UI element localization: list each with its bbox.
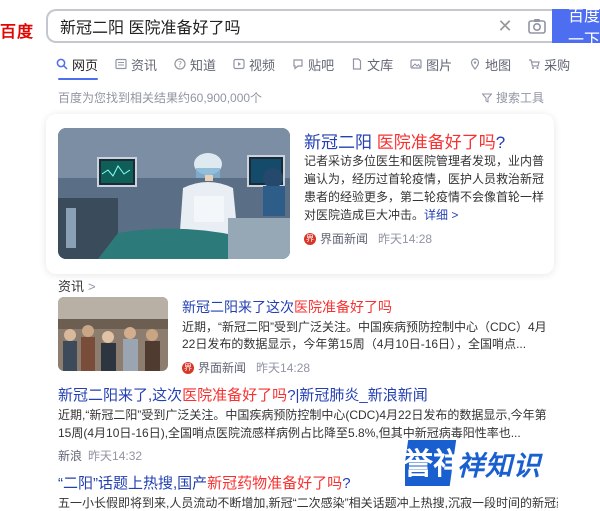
clear-icon[interactable]: ✕ [490,16,520,37]
news-section-heading[interactable]: 资讯 > [58,276,96,295]
top-result-title[interactable]: 新冠二阳 医院准备好了吗? [304,128,505,153]
source-time: 昨天14:28 [256,361,311,375]
chevron-right-icon: > [88,279,96,294]
tab-label: 资讯 [131,57,158,73]
tab-zhidao[interactable]: ? 知道 [174,54,216,74]
result-title[interactable]: “二阳”话题上热搜,国产新冠药物准备好了吗? [58,472,351,493]
title-highlight: 医院准备好了吗 [294,299,392,315]
watermark: 誉祥 祥知识 [405,431,600,495]
tab-wenku[interactable]: 文库 [351,54,393,74]
tab-label: 文库 [367,57,394,73]
tab-image[interactable]: 图片 [410,54,452,74]
top-result-card: 新冠二阳 医院准备好了吗? 记者采访多位医生和医院管理者发现，业内普遍认为，经历… [46,114,554,274]
title-highlight: 医院准备好了吗 [182,387,288,404]
result-stats: 百度为您找到相关结果约60,900,000个 [58,91,263,105]
watermark-text: 祥知识 [457,450,541,481]
filter-icon [482,93,492,103]
tab-label: 图片 [426,57,453,73]
news-title[interactable]: 新冠二阳来了这次医院准备好了吗 [182,297,392,317]
tab-map[interactable]: 地图 [469,54,511,74]
image-icon [410,58,422,70]
baidu-logo[interactable]: 百度 [0,18,34,42]
source-time: 昨天14:32 [88,449,143,463]
result-summary: 五一小长假即将到来,人员流动不断增加,新冠“二次感染”相关话题冲上热搜,沉寂一段… [58,496,558,510]
doc-icon [351,58,363,70]
search-box[interactable]: 新冠二阳 医院准备好了吗 ✕ [46,9,554,43]
tab-tieba[interactable]: 贴吧 [292,54,334,74]
news-summary: 近期，“新冠二阳”受到广泛关注。中国疾病预防控制中心（CDC）4月22日发布的数… [182,320,547,351]
search-tools-button[interactable]: 搜索工具 [482,89,544,106]
source-logo-icon: 界 [182,361,194,374]
map-icon [469,58,481,70]
hospital-photo[interactable] [58,128,290,259]
title-text: ?|新冠肺炎_新浪新闻 [287,387,428,404]
tab-label: 地图 [485,57,512,73]
title-highlight: 医院准备好了吗 [376,133,496,152]
svg-text:誉祥: 誉祥 [405,447,463,482]
top-result-source: 界 界面新闻 昨天14:28 [304,230,432,247]
source-name[interactable]: 新浪 [58,449,82,463]
source-name[interactable]: 界面新闻 [198,359,246,376]
search-tabs: 网页 资讯 ? 知道 视频 贴吧 文库 图片 地图 采购 [56,54,587,74]
tab-label: 采购 [544,57,571,73]
watermark-logo-icon: 誉祥 [405,440,463,486]
tab-label: 网页 [72,57,99,73]
svg-text:?: ? [178,60,182,69]
source-time: 昨天14:28 [378,232,433,246]
title-text: ? [342,475,351,492]
source-name[interactable]: 界面新闻 [320,230,368,247]
tieba-icon [292,58,304,70]
search-input[interactable]: 新冠二阳 医院准备好了吗 [48,14,490,38]
result-source: 新浪 昨天14:32 [58,447,142,464]
search-icon [56,58,68,70]
more-link[interactable]: 详细 > [424,208,458,222]
title-text: ? [495,133,506,152]
active-tab-indicator [58,78,98,80]
search-tools-label: 搜索工具 [496,91,545,105]
camera-icon[interactable] [520,18,554,34]
title-text: “二阳”话题上热搜,国产 [58,475,208,492]
tab-video[interactable]: 视频 [233,54,275,74]
play-icon [233,58,245,70]
news-photo[interactable] [58,297,168,371]
tab-label: 视频 [249,57,276,73]
title-text: 新冠二阳来了,这次 [58,387,183,404]
tab-label: 知道 [190,57,217,73]
news-source: 界 界面新闻 昨天14:28 [182,359,310,376]
tab-purchase[interactable]: 采购 [528,54,570,74]
search-button[interactable]: 百度一下 [552,8,600,49]
title-text: 新冠二阳来了这次 [182,299,294,315]
news-icon [115,58,127,70]
result-title[interactable]: 新冠二阳来了,这次医院准备好了吗?|新冠肺炎_新浪新闻 [58,384,428,405]
cart-icon [528,58,540,70]
title-text: 新冠二阳 [304,133,377,152]
section-label: 资讯 [58,279,85,294]
source-logo-icon: 界 [304,232,316,245]
top-result-summary: 记者采访多位医生和医院管理者发现，业内普遍认为，经历过首轮疫情，医护人员救治新冠… [304,152,544,224]
title-highlight: 新冠药物准备好了吗 [207,475,343,492]
tab-label: 贴吧 [308,57,335,73]
tab-news[interactable]: 资讯 [115,54,157,74]
question-icon: ? [174,58,186,70]
tab-web[interactable]: 网页 [56,54,98,74]
